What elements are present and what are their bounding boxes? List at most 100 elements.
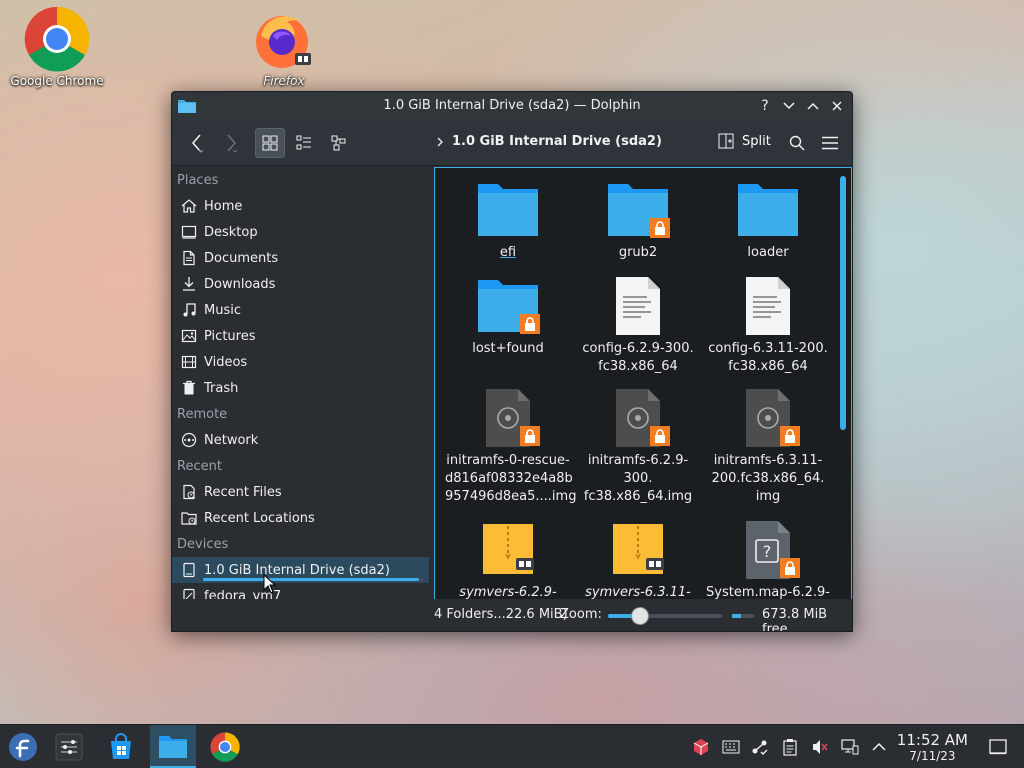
pictures-icon — [180, 327, 198, 345]
file-view[interactable]: efi grub2 loader lost+found config-6.2.9-300… — [434, 167, 852, 601]
store-bag-icon — [111, 733, 131, 759]
sidebar-item-recent-locations[interactable]: Recent Locations — [172, 505, 432, 531]
help-button[interactable]: ? — [756, 96, 774, 116]
documents-icon — [180, 249, 198, 267]
free-space-label: 673.8 MiB free — [762, 607, 828, 632]
sidebar-item-pictures[interactable]: Pictures — [172, 323, 432, 349]
compact-view-button[interactable] — [289, 128, 319, 158]
status-bar: 4 Folders...22.6 MiB) Zoom: 673.8 MiB fr… — [172, 599, 852, 631]
sidebar-item-recent-files[interactable]: Recent Files — [172, 479, 432, 505]
sidebar-item-label: Trash — [204, 380, 239, 396]
capacity-fill — [203, 578, 419, 581]
zoom-slider[interactable] — [608, 614, 722, 618]
file-item[interactable]: loader — [703, 176, 833, 262]
sidebar-item-label: Recent Locations — [204, 510, 315, 526]
file-name: config-6.2.9-300. fc38.x86_64 — [582, 341, 694, 374]
tray-expand-chevron-icon[interactable] — [869, 737, 889, 757]
breadcrumb[interactable]: 1.0 GiB Internal Drive (sda2) — [436, 134, 662, 149]
sidebar-item-label: Pictures — [204, 328, 256, 344]
window-titlebar[interactable]: 1.0 GiB Internal Drive (sda2) — Dolphin … — [172, 92, 852, 120]
main-toolbar: 1.0 GiB Internal Drive (sda2) Split — [172, 120, 852, 166]
sidebar-item-trash[interactable]: Trash — [172, 375, 432, 401]
free-space-bar — [732, 614, 754, 618]
zoom-slider-handle[interactable] — [630, 607, 649, 625]
desktop-icon-label: Google Chrome — [10, 74, 104, 88]
sidebar-item-label: 1.0 GiB Internal Drive (sda2) — [204, 562, 390, 578]
search-icon — [789, 135, 805, 151]
icons-view-button[interactable] — [255, 128, 285, 158]
menu-button[interactable] — [815, 128, 845, 158]
disk-icon — [573, 384, 703, 448]
file-item[interactable]: initramfs-6.2.9-300. fc38.x86_64.img — [573, 384, 703, 506]
system-settings-task[interactable] — [46, 725, 92, 768]
section-title-recent: Recent — [177, 459, 222, 474]
tray-package-icon[interactable] — [691, 737, 711, 757]
file-item[interactable]: grub2 — [573, 176, 703, 262]
tray-clipboard-icon[interactable] — [780, 737, 800, 757]
file-item[interactable]: symvers-6.2.9-300. — [443, 516, 573, 600]
file-item[interactable]: initramfs-0-rescue- d816af08332e4a8b 957… — [443, 384, 576, 506]
folder-icon — [443, 272, 573, 336]
sidebar-item-downloads[interactable]: Downloads — [172, 271, 432, 297]
tray-network-icon[interactable] — [840, 737, 860, 757]
text-icon — [703, 272, 833, 336]
network-icon — [180, 431, 198, 449]
details-view-icon — [331, 135, 346, 151]
back-button[interactable] — [182, 128, 212, 158]
forward-button[interactable] — [216, 128, 246, 158]
scrollbar[interactable] — [840, 176, 846, 430]
details-view-button[interactable] — [324, 128, 354, 158]
sidebar-item-videos[interactable]: Videos — [172, 349, 432, 375]
discover-task[interactable] — [98, 725, 144, 768]
sidebar-item-documents[interactable]: Documents — [172, 245, 432, 271]
file-name: config-6.3.11-200. fc38.x86_64 — [708, 341, 828, 374]
unknown-icon: ? — [703, 516, 833, 580]
downloads-icon — [180, 275, 198, 293]
desktop-icon-google-chrome[interactable]: Google Chrome — [2, 6, 112, 88]
trash-icon — [180, 379, 198, 397]
file-item[interactable]: initramfs-6.3.11- 200.fc38.x86_64. img — [703, 384, 833, 506]
sidebar-item-network[interactable]: Network — [172, 427, 432, 453]
sidebar-item-internal-drive[interactable]: 1.0 GiB Internal Drive (sda2) — [172, 557, 429, 583]
sidebar-item-label: Desktop — [204, 224, 258, 240]
file-item[interactable]: efi — [443, 176, 573, 262]
free-space-fill — [732, 614, 741, 618]
file-item[interactable]: config-6.2.9-300. fc38.x86_64 — [573, 272, 703, 376]
chevron-up-icon — [807, 102, 819, 110]
tray-kdeconnect-icon[interactable] — [750, 737, 770, 757]
show-desktop-icon[interactable] — [988, 737, 1008, 757]
chrome-task[interactable] — [202, 725, 248, 768]
recent-locations-icon — [180, 509, 198, 527]
file-item[interactable]: ? System.map-6.2.9- — [703, 516, 833, 600]
archive-icon — [443, 516, 573, 580]
tray-keyboard-icon[interactable] — [721, 737, 741, 757]
minimize-button[interactable] — [780, 96, 798, 116]
zoom-label: Zoom: — [560, 607, 602, 622]
file-item[interactable]: config-6.3.11-200. fc38.x86_64 — [703, 272, 833, 376]
sidebar-item-label: Network — [204, 432, 259, 448]
digital-clock[interactable]: 11:52 AM 7/11/23 — [897, 732, 968, 764]
application-launcher[interactable] — [0, 725, 46, 768]
sidebar-item-home[interactable]: Home — [172, 193, 432, 219]
file-item[interactable]: symvers-6.3.11-200. — [573, 516, 703, 600]
search-button[interactable] — [782, 128, 812, 158]
split-button[interactable]: Split — [718, 133, 771, 149]
tray-volume-muted-icon[interactable] — [810, 737, 830, 757]
file-item[interactable]: lost+found — [443, 272, 573, 358]
places-panel: Places Home Desktop Documents Downloads … — [172, 167, 432, 611]
sidebar-item-music[interactable]: Music — [172, 297, 432, 323]
chevron-down-icon — [783, 102, 795, 110]
split-view-icon — [718, 133, 734, 149]
sidebar-item-desktop[interactable]: Desktop — [172, 219, 432, 245]
dolphin-task[interactable] — [150, 725, 196, 768]
maximize-button[interactable] — [804, 96, 822, 116]
breadcrumb-current[interactable]: 1.0 GiB Internal Drive (sda2) — [452, 134, 662, 149]
desktop-icon-firefox[interactable]: Firefox — [229, 6, 339, 88]
chevron-left-icon — [192, 134, 204, 153]
desktop-icon-label: Firefox — [263, 74, 305, 88]
file-name: initramfs-6.2.9-300. fc38.x86_64.img — [583, 453, 693, 504]
close-button[interactable] — [828, 96, 846, 116]
file-name: grub2 — [618, 245, 658, 260]
music-icon — [180, 301, 198, 319]
section-title-remote: Remote — [177, 407, 228, 422]
